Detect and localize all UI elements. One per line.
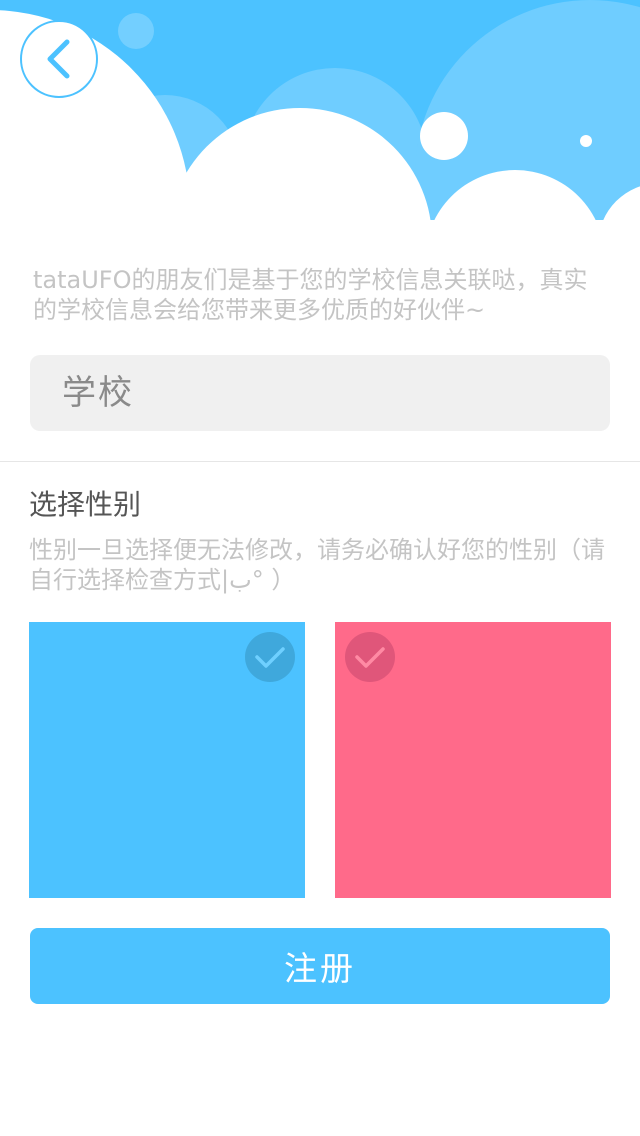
- cloud-header-illustration: [0, 0, 640, 240]
- gender-option-female[interactable]: [335, 622, 611, 898]
- back-button[interactable]: [20, 20, 98, 98]
- section-divider: [0, 461, 640, 462]
- gender-option-male[interactable]: [29, 622, 305, 898]
- school-input[interactable]: [60, 372, 580, 414]
- register-page: tataUFO的朋友们是基于您的学校信息关联哒，真实的学校信息会给您带来更多优质…: [0, 0, 640, 1136]
- intro-description: tataUFO的朋友们是基于您的学校信息关联哒，真实的学校信息会给您带来更多优质…: [33, 266, 588, 324]
- checkmark-icon: [345, 632, 395, 682]
- gender-section-title: 选择性别: [29, 488, 142, 521]
- register-button[interactable]: 注册: [30, 928, 610, 1004]
- checkmark-icon: [245, 632, 295, 682]
- school-field[interactable]: [30, 355, 610, 431]
- gender-warning-note: 性别一旦选择便无法修改，请务必确认好您的性别（请自行选择检查方式|ب° ）: [29, 536, 605, 594]
